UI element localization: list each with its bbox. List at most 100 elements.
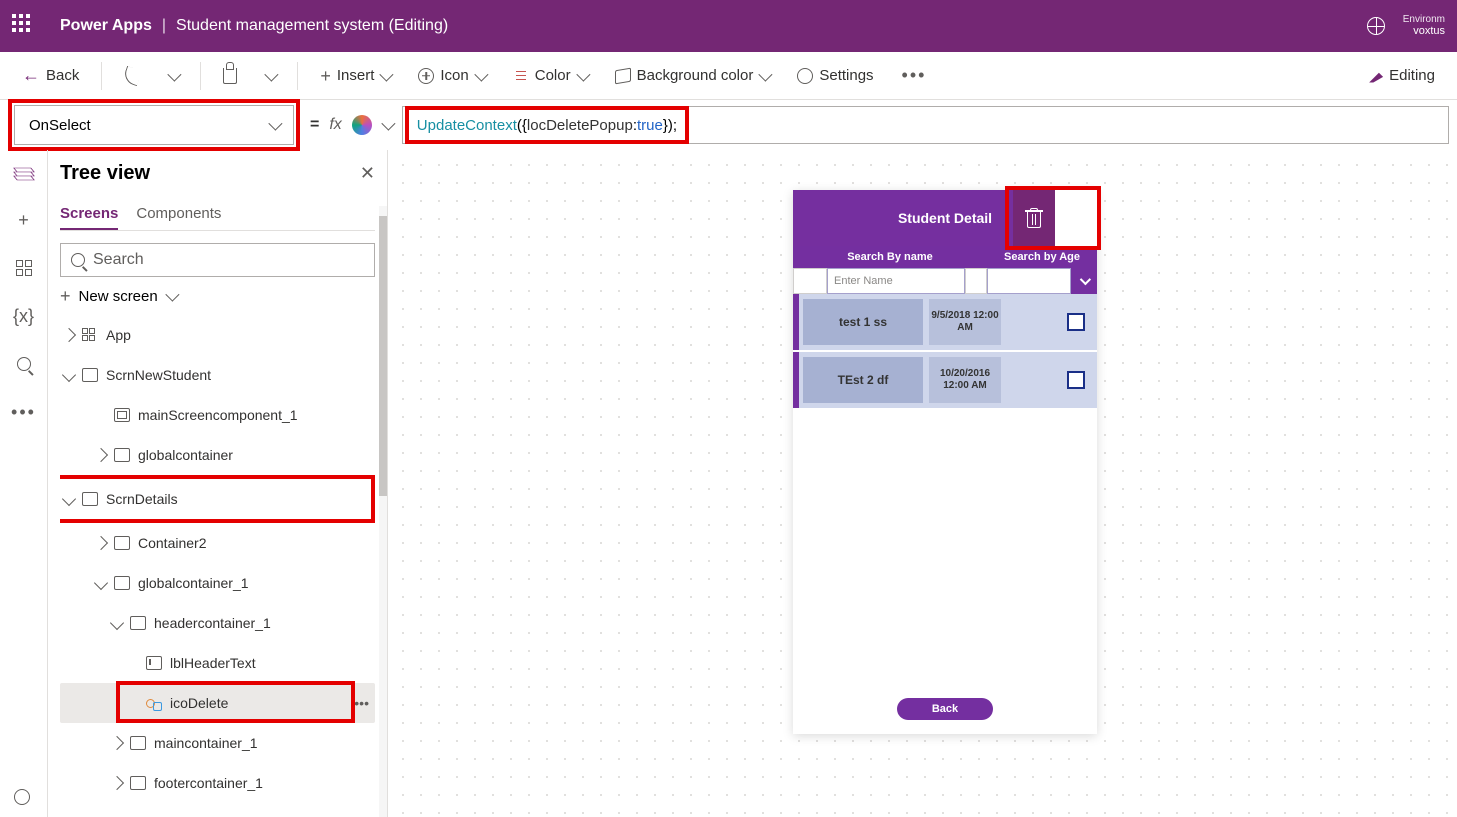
caret-icon[interactable] [62, 368, 76, 382]
tree-scrollbar[interactable] [379, 206, 387, 817]
chevron-down-icon [1080, 274, 1091, 285]
rail-insert[interactable]: + [14, 210, 34, 230]
container-icon [114, 448, 130, 462]
back-button[interactable]: ← Back [12, 59, 89, 92]
tree-node-headerc1[interactable]: headercontainer_1 [60, 603, 375, 643]
paste-split[interactable] [255, 65, 285, 87]
bgcolor-button[interactable]: Background color [605, 61, 780, 90]
formula-input[interactable]: UpdateContext ({ locDeletePopup : true }… [402, 106, 1449, 144]
node-more-icon[interactable]: ••• [354, 695, 375, 711]
age-dropdown[interactable] [1071, 268, 1097, 294]
rail-settings[interactable] [12, 787, 32, 807]
tree-node-maincomp[interactable]: mainScreencomponent_1 [60, 395, 375, 435]
formula-bar: OnSelect = fx UpdateContext ({ locDelete… [0, 100, 1457, 150]
tree-node-mainc1[interactable]: maincontainer_1 [60, 723, 375, 763]
formula-close: }); [663, 117, 677, 134]
trash-icon [1025, 208, 1043, 228]
label-icon [146, 656, 162, 670]
node-label: globalcontainer [138, 447, 233, 463]
undo-button[interactable] [114, 62, 150, 90]
preview-list: test 1 ss 9/5/2018 12:00 AM TEst 2 df 10… [793, 294, 1097, 410]
chevron-down-icon[interactable] [381, 117, 395, 131]
delete-button[interactable] [1013, 190, 1055, 246]
row-checkbox[interactable] [1067, 371, 1085, 389]
file-name: Student management system (Editing) [176, 17, 448, 35]
row-checkbox[interactable] [1067, 313, 1085, 331]
insert-button[interactable]: + Insert [310, 61, 400, 91]
highlight-scrndetails: ScrnDetails [60, 475, 375, 523]
color-button[interactable]: Color [503, 61, 597, 90]
name-placeholder: Enter Name [834, 275, 893, 287]
new-screen-button[interactable]: + New screen [60, 287, 375, 305]
app-name: Power Apps [60, 17, 152, 35]
input-pad [965, 268, 987, 294]
highlight-property: OnSelect [8, 99, 300, 151]
caret-icon[interactable] [62, 328, 76, 342]
caret-icon[interactable] [62, 492, 76, 506]
tree-node-globalc[interactable]: globalcontainer [60, 435, 375, 475]
chevron-down-icon [474, 67, 488, 81]
rail-variables[interactable]: {x} [14, 306, 34, 326]
add-icon-button[interactable]: Icon [408, 61, 494, 90]
tab-components[interactable]: Components [136, 199, 221, 230]
preview-back-button[interactable]: Back [897, 698, 993, 720]
caret-icon[interactable] [110, 616, 124, 630]
property-dropdown[interactable]: OnSelect [14, 105, 294, 145]
tab-screens[interactable]: Screens [60, 199, 118, 230]
tree-node-globalc1[interactable]: globalcontainer_1 [60, 563, 375, 603]
list-row[interactable]: TEst 2 df 10/20/2016 12:00 AM [793, 352, 1097, 410]
node-label: App [106, 327, 131, 343]
tree-node-lblheader[interactable]: lblHeaderText [60, 643, 375, 683]
copilot-icon[interactable] [352, 115, 372, 135]
rail-tree-view[interactable] [14, 162, 34, 182]
rail-more[interactable]: ••• [14, 402, 34, 422]
preview-footer: Back [793, 682, 1097, 734]
undo-split[interactable] [158, 65, 188, 87]
tree-node-app[interactable]: App [60, 315, 375, 355]
node-label: headercontainer_1 [154, 615, 271, 631]
list-row[interactable]: test 1 ss 9/5/2018 12:00 AM [793, 294, 1097, 352]
bgcolor-label: Background color [637, 67, 754, 84]
search-placeholder: Search [93, 251, 144, 269]
rail-search[interactable] [14, 354, 34, 374]
undo-icon [122, 65, 143, 86]
environment-icon[interactable] [1367, 17, 1385, 35]
name-input[interactable]: Enter Name [827, 268, 965, 294]
rail-data[interactable] [14, 258, 34, 278]
formula-val: true [637, 117, 663, 134]
node-label: maincontainer_1 [154, 735, 258, 751]
caret-icon[interactable] [94, 576, 108, 590]
main-area: + {x} ••• Tree view ✕ Screens Components… [0, 150, 1457, 817]
icon-control-icon [146, 695, 162, 711]
caret-icon[interactable] [110, 736, 124, 750]
tree-search[interactable]: Search [60, 243, 375, 277]
tree-node-footerc1[interactable]: footercontainer_1 [60, 763, 375, 803]
tree-node-container2[interactable]: Container2 [60, 523, 375, 563]
environment-picker[interactable]: Environm voxtus [1403, 14, 1445, 37]
back-label: Back [46, 67, 79, 84]
chevron-down-icon [576, 67, 590, 81]
tree-node-scrndetails[interactable]: ScrnDetails [60, 479, 371, 519]
chevron-down-icon [268, 117, 282, 131]
plus-icon: + [60, 287, 71, 305]
app-launcher-icon[interactable] [12, 14, 36, 38]
title-bar: Power Apps | Student management system (… [0, 0, 1457, 52]
caret-icon[interactable] [110, 776, 124, 790]
canvas[interactable]: Student Detail Search By name Search by … [388, 150, 1457, 817]
paste-button[interactable] [213, 62, 247, 90]
close-icon[interactable]: ✕ [360, 163, 375, 184]
app-icon [82, 328, 98, 342]
tree-node-icodelete[interactable]: icoDelete ••• [60, 683, 375, 723]
row-name: TEst 2 df [803, 357, 923, 403]
settings-button[interactable]: Settings [787, 61, 883, 90]
caret-icon[interactable] [94, 536, 108, 550]
settings-label: Settings [819, 67, 873, 84]
editing-mode[interactable]: Editing [1359, 61, 1445, 90]
back-label: Back [932, 703, 958, 715]
caret-icon[interactable] [94, 448, 108, 462]
fx-icon[interactable]: fx [329, 116, 341, 134]
node-label: Container2 [138, 535, 207, 551]
overflow-button[interactable]: ••• [892, 59, 937, 92]
age-input[interactable] [987, 268, 1071, 294]
tree-node-scrnnew[interactable]: ScrnNewStudent [60, 355, 375, 395]
